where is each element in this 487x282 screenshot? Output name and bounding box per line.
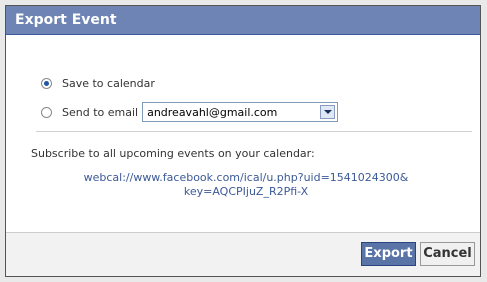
subscribe-link[interactable]: webcal://www.facebook.com/ical/u.php?uid… bbox=[36, 171, 456, 199]
export-button[interactable]: Export bbox=[361, 242, 416, 266]
save-to-calendar-radio[interactable] bbox=[41, 78, 52, 89]
divider bbox=[36, 131, 472, 132]
save-to-calendar-label: Save to calendar bbox=[62, 77, 155, 90]
email-select-value: andreavahl@gmail.com bbox=[147, 105, 278, 119]
chevron-down-icon bbox=[323, 110, 332, 114]
subscribe-link-line2[interactable]: key=AQCPIjuZ_R2Pfi-X bbox=[36, 185, 456, 199]
export-event-dialog: Export Event Save to calendar Send to em… bbox=[5, 5, 481, 277]
subscribe-link-line1[interactable]: webcal://www.facebook.com/ical/u.php?uid… bbox=[36, 171, 456, 185]
save-to-calendar-option[interactable]: Save to calendar bbox=[41, 77, 155, 90]
send-to-email-label: Send to email bbox=[62, 105, 139, 119]
subscribe-text: Subscribe to all upcoming events on your… bbox=[31, 147, 315, 160]
send-to-email-radio[interactable] bbox=[41, 106, 52, 118]
cancel-button[interactable]: Cancel bbox=[420, 242, 475, 266]
send-to-email-option[interactable]: Send to email andreavahl@gmail.com bbox=[41, 102, 339, 122]
email-select[interactable]: andreavahl@gmail.com bbox=[142, 102, 339, 122]
dropdown-button[interactable] bbox=[320, 105, 336, 119]
dialog-footer: Export Cancel bbox=[6, 232, 480, 276]
dialog-title: Export Event bbox=[6, 6, 480, 35]
